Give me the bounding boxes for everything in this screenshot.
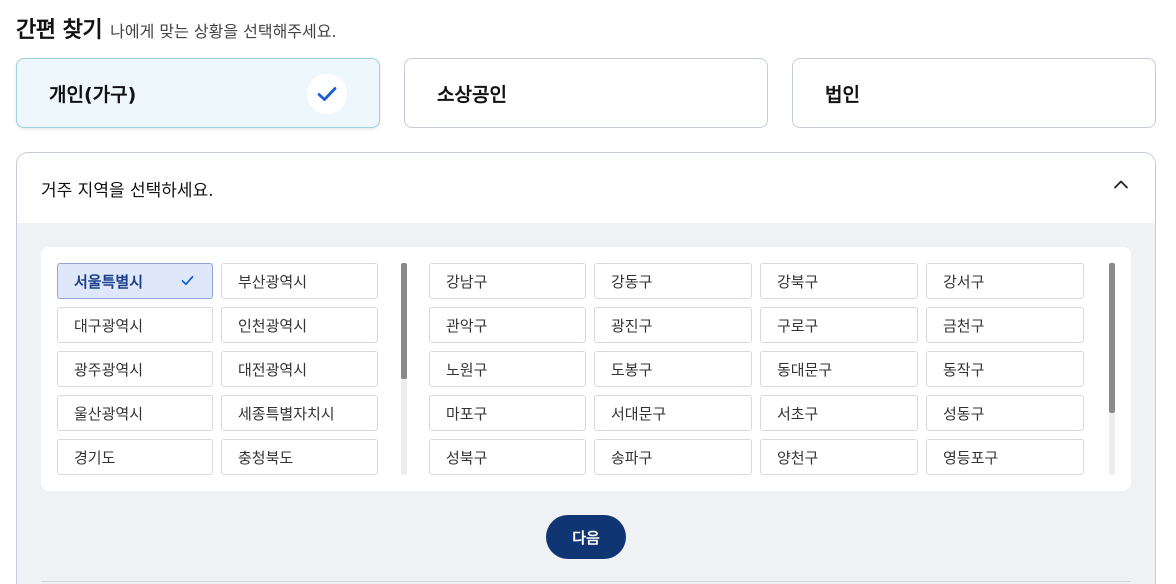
city-option[interactable]: 부산광역시	[221, 263, 378, 299]
city-label: 인천광역시	[238, 316, 308, 335]
district-label: 동작구	[943, 360, 985, 379]
district-option[interactable]: 영등포구	[926, 439, 1084, 475]
city-label: 충청북도	[238, 448, 294, 467]
district-option[interactable]: 서대문구	[594, 395, 752, 431]
district-option[interactable]: 마포구	[429, 395, 586, 431]
district-label: 노원구	[446, 360, 488, 379]
district-option[interactable]: 성동구	[926, 395, 1084, 431]
district-label: 광진구	[611, 316, 653, 335]
region-prompt: 거주 지역을 선택하세요.	[41, 180, 214, 201]
city-option[interactable]: 대전광역시	[221, 351, 378, 387]
city-option[interactable]: 광주광역시	[57, 351, 213, 387]
district-option[interactable]: 관악구	[429, 307, 586, 343]
city-label: 광주광역시	[74, 360, 144, 379]
city-label: 경기도	[74, 448, 116, 467]
district-option[interactable]: 강북구	[760, 263, 918, 299]
district-list-scrollbar[interactable]	[1109, 263, 1115, 475]
section-header: 간편 찾기 나에게 맞는 상황을 선택해주세요.	[16, 12, 337, 44]
city-option[interactable]: 경기도	[57, 439, 213, 475]
city-option[interactable]: 세종특별자치시	[221, 395, 378, 431]
district-label: 동대문구	[777, 360, 833, 379]
region-selector: 서울특별시 부산광역시 대구광역시 인천광역시 광주광역시 대전광역시 울산광역…	[41, 247, 1131, 491]
district-label: 성북구	[446, 448, 488, 467]
city-option[interactable]: 울산광역시	[57, 395, 213, 431]
district-label: 송파구	[611, 448, 653, 467]
city-label: 울산광역시	[74, 404, 144, 423]
district-option[interactable]: 금천구	[926, 307, 1084, 343]
chevron-up-icon[interactable]	[1113, 179, 1129, 189]
check-icon	[181, 275, 194, 286]
district-label: 양천구	[777, 448, 819, 467]
district-label: 서초구	[777, 404, 819, 423]
type-card-individual[interactable]: 개인(가구)	[16, 58, 380, 128]
city-option[interactable]: 인천광역시	[221, 307, 378, 343]
district-option[interactable]: 강동구	[594, 263, 752, 299]
city-label: 서울특별시	[74, 272, 144, 291]
district-label: 강북구	[777, 272, 819, 291]
district-label: 금천구	[943, 316, 985, 335]
district-option[interactable]: 구로구	[760, 307, 918, 343]
district-option[interactable]: 강서구	[926, 263, 1084, 299]
city-option-seoul[interactable]: 서울특별시	[57, 263, 213, 299]
district-label: 강동구	[611, 272, 653, 291]
district-option[interactable]: 광진구	[594, 307, 752, 343]
check-icon	[317, 87, 337, 101]
district-option[interactable]: 동작구	[926, 351, 1084, 387]
type-card-label: 법인	[825, 83, 860, 106]
region-accordion-header[interactable]: 거주 지역을 선택하세요.	[17, 153, 1155, 223]
type-card-corporation[interactable]: 법인	[792, 58, 1156, 128]
city-label: 부산광역시	[238, 272, 308, 291]
district-list-scrollbar-thumb[interactable]	[1109, 263, 1115, 413]
district-option[interactable]: 강남구	[429, 263, 586, 299]
city-label: 대전광역시	[238, 360, 308, 379]
district-option[interactable]: 도봉구	[594, 351, 752, 387]
city-option[interactable]: 대구광역시	[57, 307, 213, 343]
type-card-label: 개인(가구)	[49, 83, 137, 106]
page-subtitle: 나에게 맞는 상황을 선택해주세요.	[110, 22, 337, 41]
district-label: 관악구	[446, 316, 488, 335]
city-list-scrollbar[interactable]	[401, 263, 407, 475]
district-label: 성동구	[943, 404, 985, 423]
district-label: 강서구	[943, 272, 985, 291]
district-label: 영등포구	[943, 448, 999, 467]
district-label: 강남구	[446, 272, 488, 291]
district-option[interactable]: 노원구	[429, 351, 586, 387]
next-button[interactable]: 다음	[546, 515, 626, 559]
city-option[interactable]: 충청북도	[221, 439, 378, 475]
district-option[interactable]: 동대문구	[760, 351, 918, 387]
type-card-label: 소상공인	[437, 83, 507, 106]
city-label: 세종특별자치시	[238, 404, 335, 423]
district-option[interactable]: 서초구	[760, 395, 918, 431]
city-list-scrollbar-thumb[interactable]	[401, 263, 407, 379]
divider	[41, 581, 1131, 582]
region-accordion: 거주 지역을 선택하세요. 서울특별시 부산광역시 대구광역시 인천광역시 광주…	[16, 152, 1156, 584]
district-option[interactable]: 성북구	[429, 439, 586, 475]
district-option[interactable]: 양천구	[760, 439, 918, 475]
district-label: 구로구	[777, 316, 819, 335]
type-card-small-business[interactable]: 소상공인	[404, 58, 768, 128]
city-label: 대구광역시	[74, 316, 144, 335]
district-option[interactable]: 송파구	[594, 439, 752, 475]
district-label: 도봉구	[611, 360, 653, 379]
district-label: 마포구	[446, 404, 488, 423]
page-title: 간편 찾기	[16, 18, 103, 43]
selected-check-badge	[307, 74, 347, 114]
district-label: 서대문구	[611, 404, 667, 423]
